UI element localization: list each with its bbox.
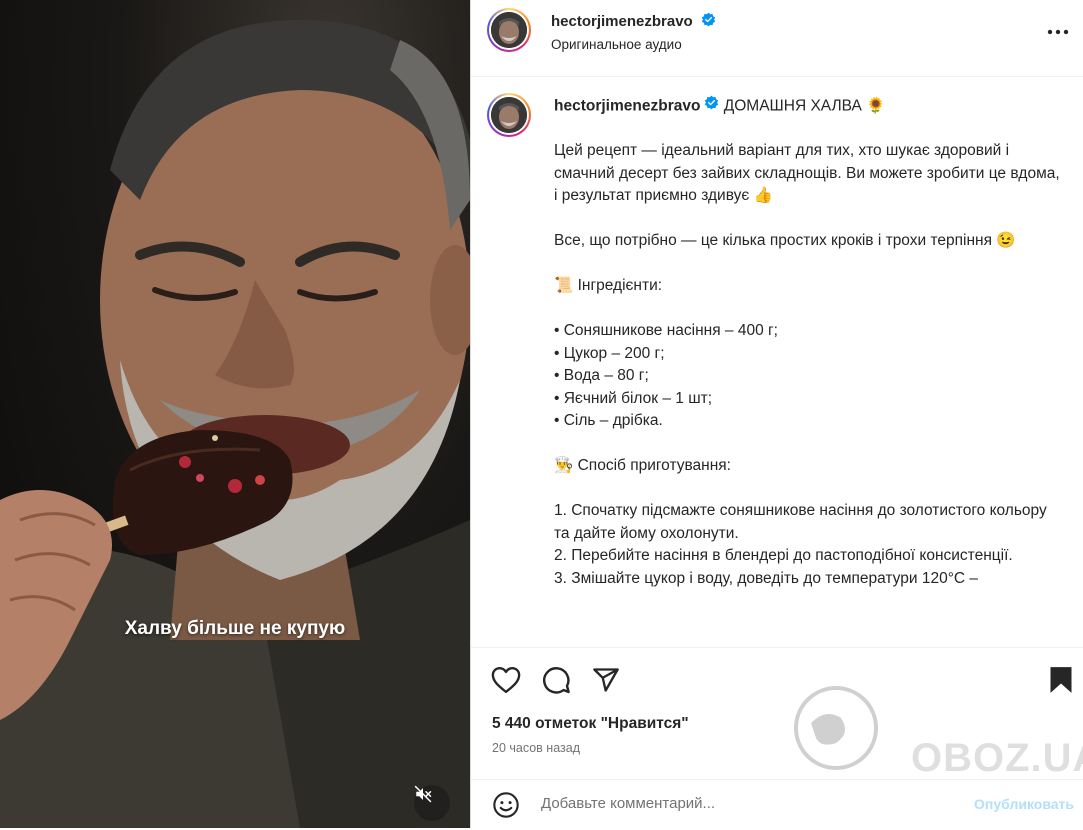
post-video[interactable]: Халву більше не купую: [0, 0, 470, 828]
muted-speaker-icon: [414, 785, 432, 803]
audio-label[interactable]: Оригинальное аудио: [551, 37, 682, 52]
mute-toggle-button[interactable]: [414, 785, 450, 821]
emoji-icon[interactable]: [492, 791, 520, 824]
caption-body: Цей рецепт — ідеальний варіант для тих, …: [554, 142, 1060, 587]
more-options-icon[interactable]: [1046, 22, 1070, 47]
verified-badge-icon: [701, 12, 716, 32]
caption-username[interactable]: hectorjimenezbravo: [554, 97, 700, 114]
video-caption: Халву більше не купую: [124, 618, 346, 639]
post-timestamp[interactable]: 20 часов назад: [492, 741, 580, 755]
watermark-text: OBOZ.UA: [911, 736, 1083, 780]
avatar-image: [491, 97, 527, 133]
caption-author-avatar[interactable]: [487, 93, 531, 137]
avatar-image: [491, 12, 527, 48]
video-frame-illustration: [0, 20, 470, 828]
comment-icon[interactable]: [542, 666, 571, 700]
heart-icon[interactable]: [491, 666, 521, 699]
post-header: hectorjimenezbravo Оригинальное аудио: [471, 0, 1083, 77]
comment-bar: Добавьте комментарий... Опубликовать: [471, 779, 1083, 830]
share-icon[interactable]: [592, 666, 620, 699]
author-username[interactable]: hectorjimenezbravo: [551, 13, 693, 30]
publish-button[interactable]: Опубликовать: [974, 796, 1074, 812]
likes-count[interactable]: 5 440 отметок "Нравится": [492, 715, 689, 733]
post-caption: hectorjimenezbravo ДОМАШНЯ ХАЛВА 🌻 Цей р…: [554, 95, 1064, 590]
author-avatar[interactable]: [487, 8, 531, 52]
verified-badge-icon: [704, 95, 719, 118]
post-actions: 5 440 отметок "Нравится" 20 часов назад …: [471, 647, 1083, 828]
caption-title: ДОМАШНЯ ХАЛВА 🌻: [723, 97, 886, 115]
comment-input[interactable]: Добавьте комментарий...: [541, 795, 715, 812]
post-caption-area: hectorjimenezbravo ДОМАШНЯ ХАЛВА 🌻 Цей р…: [471, 77, 1083, 647]
post-details-panel: hectorjimenezbravo Оригинальное аудио he…: [470, 0, 1083, 828]
